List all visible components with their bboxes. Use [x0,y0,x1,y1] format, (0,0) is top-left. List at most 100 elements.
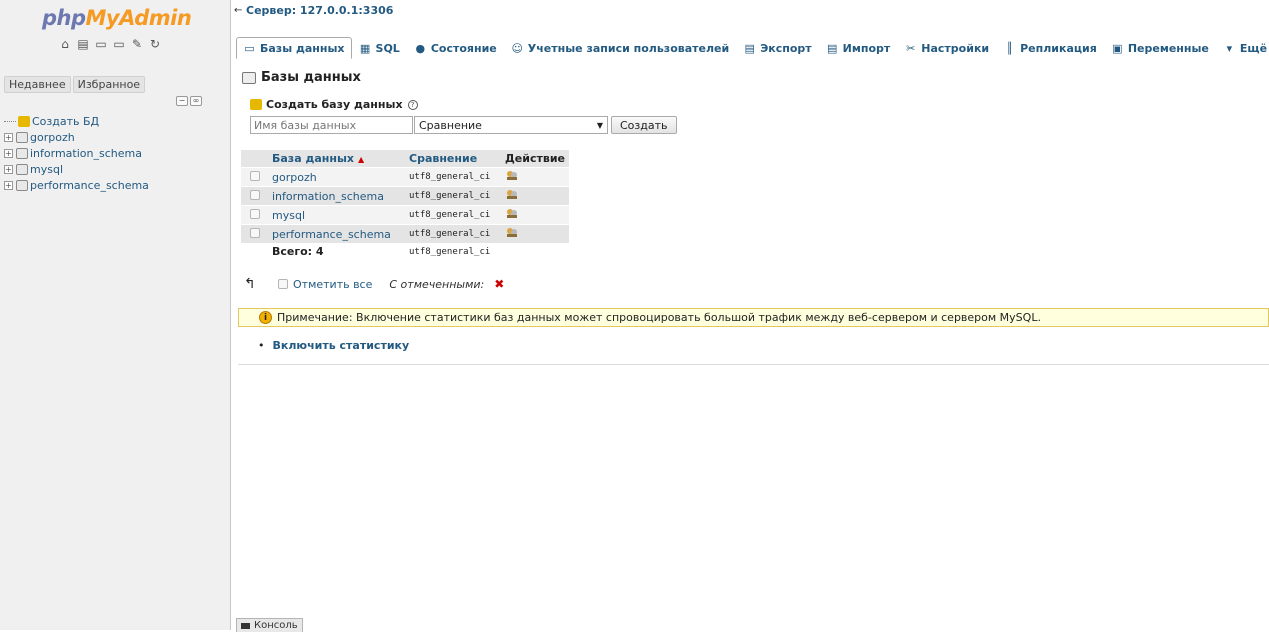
collation-value: utf8_general_ci [405,225,501,243]
notice-text: Примечание: Включение статистики баз дан… [277,311,1041,324]
database-icon [16,147,28,159]
expand-icon[interactable]: + [4,132,13,142]
page-title-text: Базы данных [261,70,361,85]
row-checkbox-cell [241,206,268,224]
tab-label: Ещё [1239,41,1268,55]
header-collation[interactable]: Сравнение [405,150,501,167]
tree-item-information-schema[interactable]: + information_schema [4,145,149,161]
replication-icon: ║ [1006,41,1013,55]
sql-icon: ▦ [359,41,371,55]
navigation-panel: phpMyAdmin ⌂ ▤ ▭ ▭ ✎ ↻ Недавнее Избранно… [0,0,231,630]
collation-value: utf8_general_ci [405,206,501,224]
database-link[interactable]: gorpozh [268,168,405,186]
table-total-row: Всего: 4 utf8_general_ci [241,244,569,259]
total-action-cell [501,244,569,259]
privileges-icon[interactable] [505,208,519,219]
chevron-down-icon: ▾ [1226,41,1233,55]
check-all-checkbox[interactable] [278,279,288,289]
tree-item-gorpozh[interactable]: + gorpozh [4,129,149,145]
tab-user-accounts[interactable]: ☺ Учетные записи пользователей [504,37,736,59]
top-menu-tabs: ▭ Базы данных ▦ SQL ● Состояние ☺ Учетные за… [236,36,1269,60]
link-icon[interactable]: ∞ [190,96,202,106]
reload-icon[interactable]: ↻ [148,37,162,51]
users-icon: ☺ [511,41,523,55]
header-database[interactable]: База данных ▲ [268,150,405,167]
logout-icon[interactable]: ▤ [76,37,90,51]
table-row: gorpozh utf8_general_ci [241,168,569,186]
tab-databases[interactable]: ▭ Базы данных [236,37,352,59]
collapse-all-icon[interactable]: − [176,96,188,106]
query-window-icon[interactable]: ▭ [94,37,108,51]
with-selected-bar: ↰ Отметить все С отмеченными: ✖ [244,276,504,292]
tab-status[interactable]: ● Состояние [407,37,504,59]
help-icon[interactable]: ? [407,99,418,110]
database-link[interactable]: mysql [268,206,405,224]
tab-settings[interactable]: ✂ Настройки [897,37,996,59]
tab-label: Базы данных [260,41,345,55]
drop-icon[interactable]: ✖ [494,277,504,291]
collapse-nav-icon[interactable]: ← [234,5,244,16]
console-label: Консоль [254,620,298,631]
row-checkbox[interactable] [249,227,260,238]
tree-item-create-db[interactable]: Создать БД [4,113,149,129]
tab-label: Переменные [1127,41,1209,55]
enable-statistics-link[interactable]: Включить статистику [258,339,410,352]
total-label: Всего: 4 [268,244,405,259]
tree-item-label: mysql [30,162,63,176]
home-icon[interactable]: ⌂ [58,37,72,51]
phpmyadmin-logo[interactable]: phpMyAdmin [42,6,192,30]
tab-import[interactable]: ▤ Импорт [819,37,898,59]
status-icon: ● [415,41,426,55]
privileges-icon[interactable] [505,189,519,200]
tab-label: Репликация [1020,41,1097,55]
import-icon: ▤ [826,41,838,55]
total-empty-cell [241,244,268,259]
header-database-label: База данных [272,152,355,165]
tree-item-mysql[interactable]: + mysql [4,161,149,177]
export-icon: ▤ [744,41,755,55]
tree-item-label: performance_schema [30,178,149,192]
tab-label: Настройки [921,41,990,55]
tab-variables[interactable]: ▣ Переменные [1104,37,1216,59]
row-checkbox[interactable] [249,170,260,181]
info-icon: i [259,311,272,324]
check-all-label[interactable]: Отметить все [293,278,372,291]
database-link[interactable]: information_schema [268,187,405,205]
tree-item-performance-schema[interactable]: + performance_schema [4,177,149,193]
expand-icon[interactable]: + [4,148,13,158]
create-button[interactable]: Создать [611,116,677,134]
favorites-button[interactable]: Избранное [72,76,146,93]
chevron-down-icon: ▼ [596,120,603,130]
tab-replication[interactable]: ║ Репликация [996,37,1104,59]
privileges-icon[interactable] [505,227,519,238]
tab-label: Импорт [842,41,891,55]
database-link[interactable]: performance_schema [268,225,405,243]
server-link[interactable]: Сервер: 127.0.0.1:3306 [246,4,393,17]
privileges-icon[interactable] [505,170,519,181]
action-cell [501,168,569,186]
tree-item-label: gorpozh [30,130,75,144]
divider [238,364,1269,365]
documentation-icon[interactable]: ▭ [112,37,126,51]
tab-label: Экспорт [760,41,812,55]
collation-select[interactable]: Сравнение ▼ [414,116,608,134]
expand-icon[interactable]: + [4,180,13,190]
header-action: Действие [501,150,569,167]
database-icon [16,163,28,175]
check-all[interactable]: Отметить все [278,278,372,291]
collation-select-value: Сравнение [419,118,482,132]
recent-button[interactable]: Недавнее [4,76,71,93]
database-icon: ▭ [244,41,255,55]
tab-more[interactable]: ▾ Ещё [1216,37,1269,59]
row-checkbox-cell [241,168,268,186]
row-checkbox[interactable] [249,208,260,219]
database-name-input[interactable] [250,116,413,134]
tree-controls: − ∞ [176,96,202,106]
expand-icon[interactable]: + [4,164,13,174]
sort-ascending-icon: ▲ [358,155,365,164]
settings-icon[interactable]: ✎ [130,37,144,51]
row-checkbox[interactable] [249,189,260,200]
tab-sql[interactable]: ▦ SQL [352,37,407,59]
notice-message: i Примечание: Включение статистики баз д… [238,308,1269,327]
tab-export[interactable]: ▤ Экспорт [736,37,818,59]
